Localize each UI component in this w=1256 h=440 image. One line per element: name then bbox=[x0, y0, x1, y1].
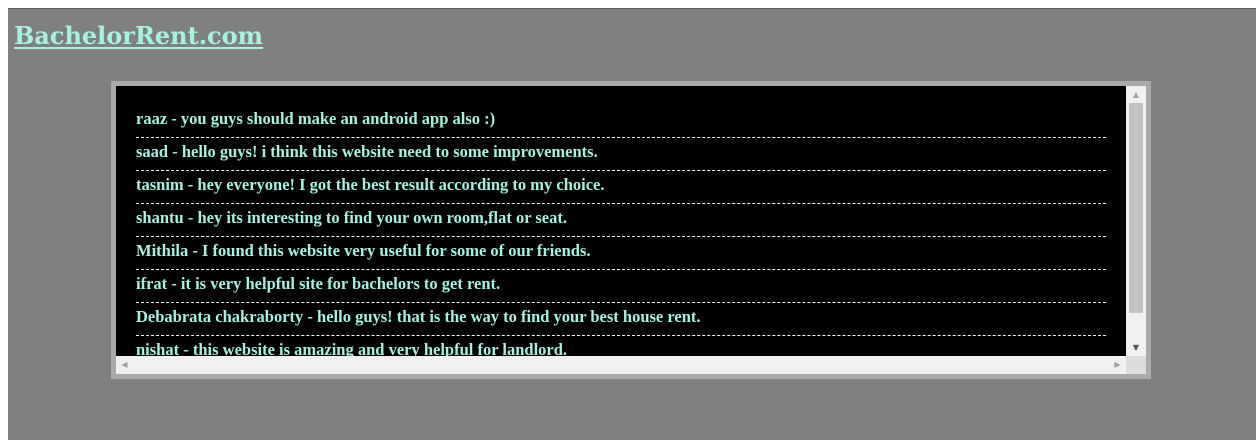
chevron-right-icon[interactable]: ▶ bbox=[1109, 356, 1126, 374]
vertical-scrollbar[interactable]: ▲ ▼ bbox=[1126, 86, 1146, 356]
comment-item: raaz - you guys should make an android a… bbox=[136, 106, 1106, 138]
vertical-scroll-thumb[interactable] bbox=[1129, 103, 1143, 313]
chevron-down-icon[interactable]: ▼ bbox=[1126, 339, 1146, 356]
comments-list: raaz - you guys should make an android a… bbox=[116, 86, 1126, 356]
comment-item: saad - hello guys! i think this website … bbox=[136, 139, 1106, 171]
page-background: BachelorRent.com raaz - you guys should … bbox=[8, 8, 1256, 440]
comment-item: Debabrata chakraborty - hello guys! that… bbox=[136, 304, 1106, 336]
comment-item: ifrat - it is very helpful site for bach… bbox=[136, 271, 1106, 303]
site-title-link[interactable]: BachelorRent.com bbox=[14, 21, 263, 50]
comment-item: shantu - hey its interesting to find you… bbox=[136, 205, 1106, 237]
comments-panel: raaz - you guys should make an android a… bbox=[111, 81, 1151, 379]
comment-item: tasnim - hey everyone! I got the best re… bbox=[136, 172, 1106, 204]
scrollbar-corner bbox=[1126, 356, 1146, 374]
chevron-left-icon[interactable]: ◀ bbox=[116, 356, 133, 374]
horizontal-scrollbar[interactable]: ◀ ▶ bbox=[116, 356, 1126, 374]
chevron-up-icon[interactable]: ▲ bbox=[1126, 86, 1146, 103]
comments-content: raaz - you guys should make an android a… bbox=[116, 86, 1126, 356]
comments-scroll-area[interactable]: raaz - you guys should make an android a… bbox=[116, 86, 1146, 374]
comment-item: Mithila - I found this website very usef… bbox=[136, 238, 1106, 270]
comment-item: nishat - this website is amazing and ver… bbox=[136, 337, 1106, 356]
